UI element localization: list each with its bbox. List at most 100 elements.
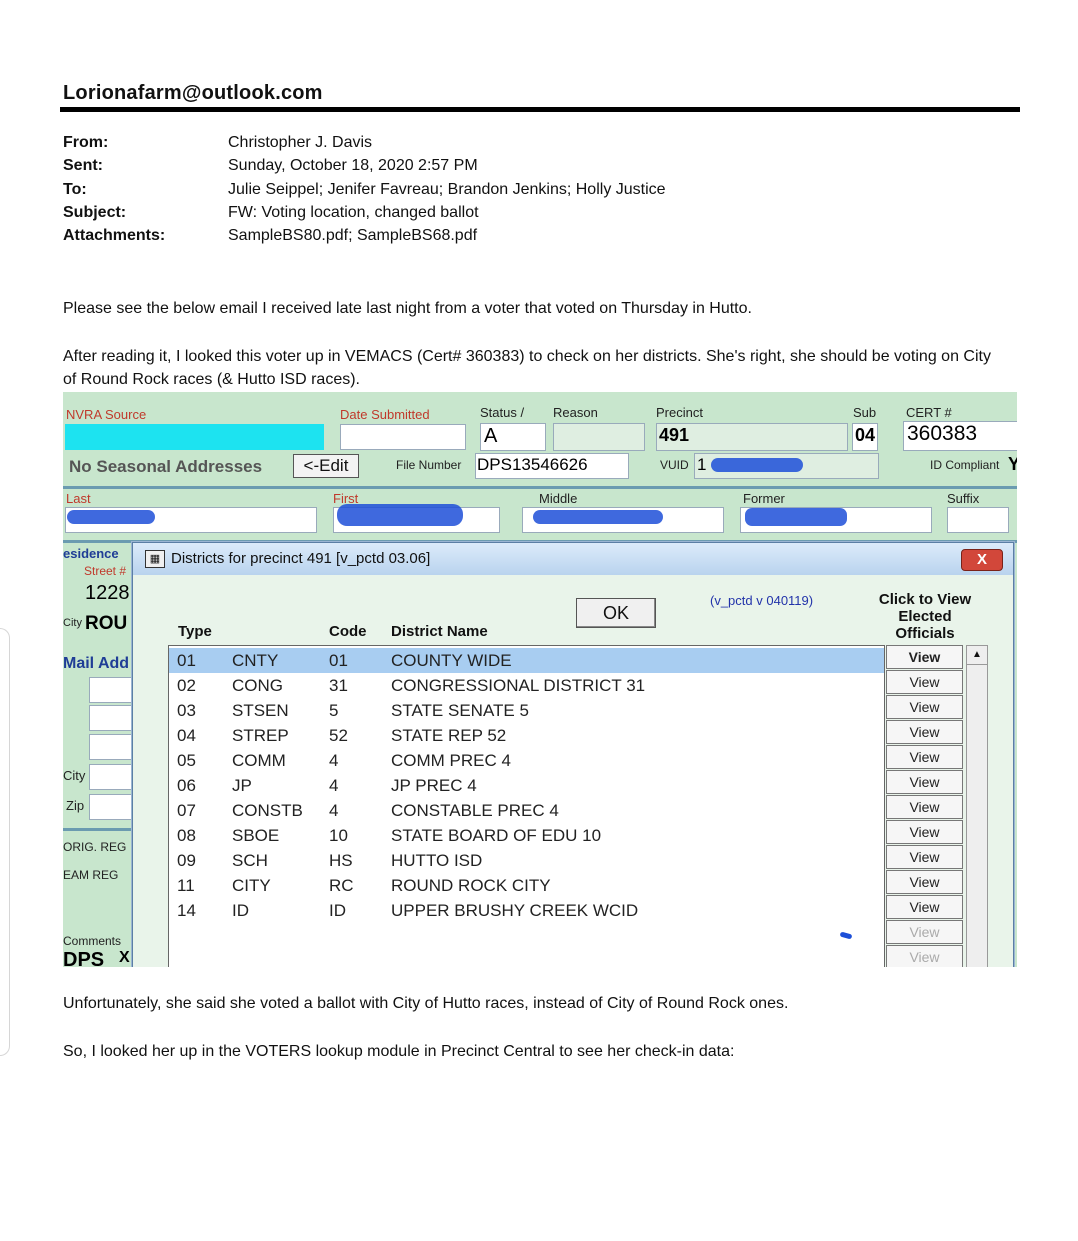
mail-zip-field[interactable] [89, 794, 136, 820]
district-column-header: District Name [391, 623, 488, 640]
close-button[interactable]: X [961, 549, 1003, 571]
district-number: 03 [177, 701, 196, 720]
ok-button[interactable]: OK [576, 598, 656, 628]
viewer-scroll-edge[interactable] [0, 628, 10, 1056]
sub-value: 04 [855, 425, 876, 445]
district-name: STATE BOARD OF EDU 10 [391, 826, 602, 845]
view-officials-button[interactable]: View [886, 720, 963, 744]
view-officials-button[interactable]: View [886, 795, 963, 819]
district-type: JP [232, 776, 252, 795]
file-number-value: DPS13546626 [477, 455, 588, 474]
click-to-view-label: Click to View Elected Officials [878, 591, 972, 642]
mail-line-2[interactable] [89, 705, 136, 731]
mail-line-1[interactable] [89, 677, 136, 703]
district-type: CONSTB [232, 801, 303, 820]
view-officials-button[interactable]: View [886, 870, 963, 894]
district-type: STREP [232, 726, 289, 745]
view-officials-button[interactable]: View [886, 845, 963, 869]
district-number: 05 [177, 751, 196, 770]
vuid-value: 1 [697, 455, 707, 474]
attachments-value[interactable]: SampleBS80.pdf; SampleBS68.pdf [228, 227, 477, 245]
mail-city-field[interactable] [89, 764, 136, 790]
district-number: 09 [177, 851, 196, 870]
sub-label: Sub [853, 405, 877, 420]
district-code: ID [329, 901, 346, 920]
reason-field[interactable] [553, 423, 645, 451]
precinct-value: 491 [659, 425, 690, 445]
district-code: 4 [329, 776, 339, 795]
street-value: 1228 [85, 582, 130, 604]
table-row[interactable]: 08 SBOE 10 STATE BOARD OF EDU 10 [169, 823, 884, 848]
id-compliant-value: Y [1008, 454, 1017, 474]
table-row[interactable]: 07 CONSTB 4 CONSTABLE PREC 4 [169, 798, 884, 823]
district-number: 14 [177, 901, 196, 920]
view-officials-button[interactable]: View [886, 770, 963, 794]
view-officials-button[interactable]: View [886, 645, 963, 669]
window-icon: ▦ [145, 550, 165, 568]
view-officials-button[interactable]: View [886, 745, 963, 769]
scroll-up-icon[interactable]: ▲ [967, 646, 987, 665]
table-row[interactable]: 14 ID ID UPPER BRUSHY CREEK WCID [169, 898, 884, 923]
district-name: STATE SENATE 5 [391, 701, 529, 720]
view-officials-button[interactable]: View [886, 820, 963, 844]
dialog-title-bar[interactable]: ▦ Districts for precinct 491 [v_pctd 03.… [133, 543, 1013, 575]
redaction-middle [533, 510, 663, 524]
district-type: SCH [232, 851, 268, 870]
redaction-first [337, 504, 463, 526]
table-row[interactable]: 05 COMM 4 COMM PREC 4 [169, 748, 884, 773]
table-row[interactable]: 06 JP 4 JP PREC 4 [169, 773, 884, 798]
body-paragraph-1: Please see the below email I received la… [63, 300, 752, 317]
table-row[interactable]: 11 CITY RC ROUND ROCK CITY [169, 873, 884, 898]
id-compliant-label: ID Compliant [930, 458, 1000, 472]
table-row[interactable]: 03 STSEN 5 STATE SENATE 5 [169, 698, 884, 723]
city-label: City [63, 617, 82, 629]
date-submitted-field[interactable] [340, 424, 466, 450]
district-name: CONGRESSIONAL DISTRICT 31 [391, 676, 646, 695]
table-row[interactable]: 04 STREP 52 STATE REP 52 [169, 723, 884, 748]
former-name-label: Former [743, 491, 785, 506]
version-label: (v_pctd v 040119) [710, 593, 814, 608]
redaction-former [745, 508, 847, 526]
edit-button[interactable]: <-Edit [293, 454, 359, 478]
district-name: ROUND ROCK CITY [391, 876, 551, 895]
view-officials-button[interactable]: View [886, 695, 963, 719]
table-row[interactable]: 01 CNTY 01 COUNTY WIDE [169, 648, 884, 673]
district-type: STSEN [232, 701, 289, 720]
orig-reg-label: ORIG. REG [63, 840, 127, 854]
district-type: CNTY [232, 651, 279, 670]
from-label: From: [63, 134, 109, 151]
nvra-source-field[interactable] [65, 424, 324, 450]
redaction-vuid [711, 458, 803, 472]
district-number: 07 [177, 801, 196, 820]
dps-label: DPS [63, 949, 105, 967]
cert-value: 360383 [907, 422, 978, 445]
view-officials-button[interactable]: View [886, 945, 963, 967]
status-value: A [484, 425, 498, 447]
precinct-label: Precinct [656, 405, 703, 420]
mail-line-3[interactable] [89, 734, 136, 760]
district-type: CONG [232, 676, 283, 695]
residence-label: esidence [63, 546, 119, 561]
last-name-label: Last [66, 491, 91, 506]
type-column-header: Type [178, 623, 212, 640]
view-officials-button[interactable]: View [886, 895, 963, 919]
grid-scrollbar[interactable]: ▲ [966, 645, 988, 967]
district-number: 06 [177, 776, 196, 795]
suffix-label: Suffix [947, 491, 980, 506]
district-name: UPPER BRUSHY CREEK WCID [391, 901, 639, 920]
view-officials-button[interactable]: View [886, 670, 963, 694]
suffix-field[interactable] [947, 507, 1009, 533]
mail-address-label: Mail Add [63, 655, 130, 672]
vuid-label: VUID [660, 458, 689, 472]
cert-label: CERT # [906, 405, 952, 420]
view-officials-button[interactable]: View [886, 920, 963, 944]
eam-reg-label: EAM REG [63, 868, 119, 882]
table-row[interactable]: 09 SCH HS HUTTO ISD [169, 848, 884, 873]
district-code: 5 [329, 701, 339, 720]
file-number-label: File Number [396, 458, 462, 472]
district-number: 02 [177, 676, 196, 695]
section-divider-3 [63, 828, 133, 831]
district-type: CITY [232, 876, 271, 895]
dps-suffix: X [119, 949, 130, 966]
table-row[interactable]: 02 CONG 31 CONGRESSIONAL DISTRICT 31 [169, 673, 884, 698]
